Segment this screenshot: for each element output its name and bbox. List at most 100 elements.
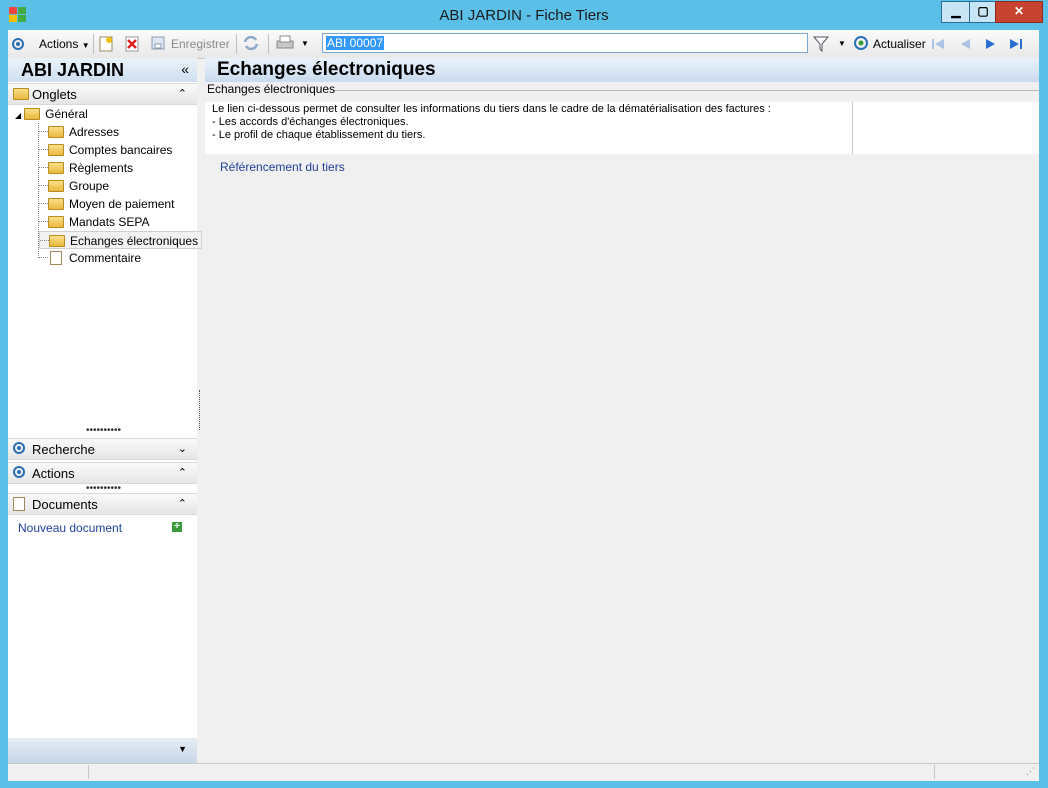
page-title: Echanges électroniques (217, 59, 436, 80)
chevron-down-icon[interactable]: ▼ (178, 744, 187, 754)
vertical-splitter[interactable] (199, 390, 201, 430)
tree-root-general[interactable]: ◢ Général (15, 105, 88, 123)
print-icon[interactable] (275, 35, 295, 53)
onglets-label: Onglets (32, 87, 77, 102)
record-title: ABI JARDIN (21, 60, 125, 80)
window-title: ABI JARDIN - Fiche Tiers (439, 7, 609, 24)
save-button[interactable]: Enregistrer (151, 35, 230, 53)
tree-item-mandats-sepa[interactable]: Mandats SEPA (39, 213, 149, 231)
tree-item-label: Echanges électroniques (70, 234, 199, 248)
tree-item-commentaire[interactable]: Commentaire (39, 249, 141, 267)
tree-expand-icon[interactable]: ◢ (15, 111, 21, 120)
tree-item-groupe[interactable]: Groupe (39, 177, 109, 195)
splitter-grip[interactable]: •••••••••• (86, 425, 121, 436)
folder-icon (48, 144, 64, 156)
info-line: Le lien ci-dessous permet de consulter l… (212, 103, 771, 115)
circle-icon (13, 466, 25, 481)
last-record-icon[interactable] (1009, 37, 1023, 51)
client-area: Actions ▼ Enregistrer ▼ ABI 00007 ▼ Actu… (8, 30, 1039, 781)
title-bar: ABI JARDIN - Fiche Tiers ▁ ▢ ✕ (0, 0, 1048, 30)
folder-icon (48, 180, 64, 192)
circle-icon (13, 442, 25, 457)
folder-icon (48, 162, 64, 174)
tree-item-reglements[interactable]: Règlements (39, 159, 133, 177)
actions-section-label: Actions (32, 466, 75, 481)
main-panel: Echanges électroniques Echanges électron… (205, 58, 1039, 763)
actions-menu-button[interactable]: Actions ▼ (39, 35, 90, 53)
status-cell (8, 765, 89, 779)
tree-item-adresses[interactable]: Adresses (39, 123, 119, 141)
tree-item-comptes-bancaires[interactable]: Comptes bancaires (39, 141, 172, 159)
note-icon (50, 251, 62, 265)
status-bar: ⋰ (8, 763, 1039, 781)
tree-item-label: Groupe (69, 179, 110, 193)
refresh-label: Actualiser (873, 37, 926, 51)
info-line: - Le profil de chaque établissement du t… (212, 129, 426, 141)
close-button[interactable]: ✕ (995, 1, 1043, 23)
tree-item-moyen-de-paiement[interactable]: Moyen de paiement (39, 195, 174, 213)
group-legend: Echanges électroniques (207, 82, 336, 96)
filter-icon[interactable] (812, 36, 830, 54)
tree-root-label: Général (45, 107, 88, 121)
search-input[interactable]: ABI 00007 (326, 36, 385, 50)
minimize-button[interactable]: ▁ (941, 1, 971, 23)
tree-item-label: Adresses (69, 125, 120, 139)
info-line: - Les accords d'échanges électroniques. (212, 116, 409, 128)
chevron-up-icon: ⌃ (177, 467, 187, 479)
collapse-panel-button[interactable]: « (181, 61, 189, 77)
info-text: Le lien ci-dessous permet de consulter l… (212, 103, 771, 142)
chevron-down-icon: ▼ (81, 41, 90, 50)
folder-icon (24, 108, 41, 120)
actions-section-header[interactable]: Actions ⌃ (8, 462, 197, 484)
folder-icon (13, 88, 29, 100)
recherche-label: Recherche (32, 442, 95, 457)
next-record-icon[interactable] (984, 37, 998, 51)
toolbar: Actions ▼ Enregistrer ▼ ABI 00007 ▼ Actu… (8, 30, 1039, 59)
actions-circle-icon[interactable] (12, 37, 24, 55)
tree-item-echanges-electroniques[interactable]: Echanges électroniques (39, 231, 203, 249)
left-panel: ABI JARDIN « Onglets ⌃ ◢ Général Adresses… (8, 58, 203, 763)
chevron-up-icon: ⌃ (177, 498, 187, 510)
documents-label: Documents (32, 497, 98, 512)
new-document-icon[interactable] (99, 36, 113, 54)
documents-section-header[interactable]: Documents ⌃ (8, 493, 197, 515)
tree-item-label: Règlements (69, 161, 134, 175)
actions-menu-label: Actions (39, 37, 79, 51)
status-cell (89, 765, 935, 779)
refresh-button[interactable]: Actualiser (853, 35, 926, 53)
refresh-icon (854, 36, 868, 50)
folder-icon (48, 216, 64, 228)
open-folder-icon (49, 235, 65, 247)
folder-icon (48, 126, 64, 138)
referencement-link[interactable]: Référencement du tiers (220, 160, 345, 174)
chevron-down-icon: ⌄ (177, 443, 187, 455)
previous-record-icon[interactable] (958, 37, 972, 51)
document-icon (13, 497, 25, 511)
left-panel-footer: ▼ (8, 738, 197, 763)
delete-icon[interactable] (125, 36, 139, 54)
left-panel-header: ABI JARDIN « (8, 58, 197, 82)
maximize-button[interactable]: ▢ (969, 1, 997, 23)
add-icon[interactable]: + (172, 522, 182, 532)
resize-grip-icon[interactable]: ⋰ (1026, 766, 1035, 777)
app-window: ABI JARDIN - Fiche Tiers ▁ ▢ ✕ Actions ▼… (0, 0, 1048, 788)
info-box: Le lien ci-dessous permet de consulter l… (205, 102, 1039, 154)
main-header: Echanges électroniques (205, 58, 1039, 82)
info-box-divider (852, 102, 853, 154)
first-record-icon[interactable] (931, 37, 945, 51)
onglets-section-header[interactable]: Onglets ⌃ (8, 83, 197, 105)
group-divider (335, 90, 1039, 91)
recherche-section-header[interactable]: Recherche ⌄ (8, 438, 197, 460)
tree-item-label: Moyen de paiement (69, 197, 175, 211)
sync-icon[interactable] (242, 35, 260, 53)
save-label: Enregistrer (171, 37, 230, 51)
new-document-link[interactable]: Nouveau document (18, 519, 122, 537)
save-icon (151, 36, 165, 50)
tree-item-label: Mandats SEPA (69, 215, 150, 229)
tree-item-label: Comptes bancaires (69, 143, 173, 157)
filter-dropdown-icon[interactable]: ▼ (838, 35, 846, 53)
search-field[interactable]: ABI 00007 (322, 33, 808, 53)
chevron-up-icon: ⌃ (177, 88, 187, 100)
print-dropdown-icon[interactable]: ▼ (301, 35, 309, 53)
tree-item-label: Commentaire (69, 251, 142, 265)
